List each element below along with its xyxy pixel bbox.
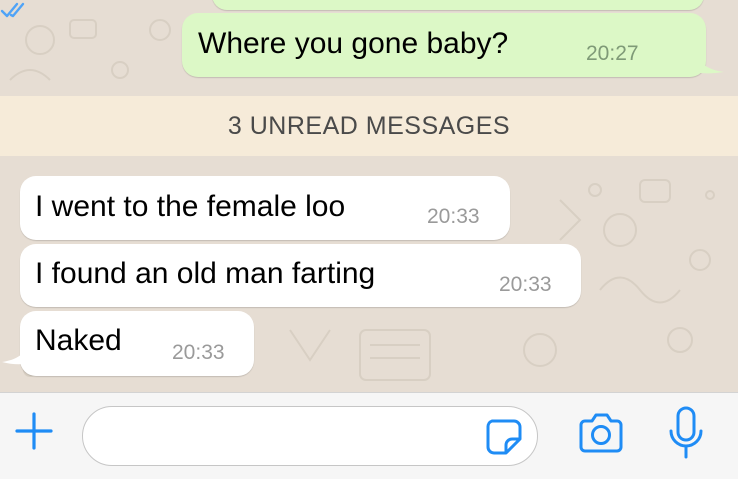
message-text: Naked xyxy=(35,324,122,357)
message-text: I found an old man farting xyxy=(35,257,376,290)
message-text: Where you gone baby? xyxy=(198,27,509,60)
chat-background: Where you gone baby? 20:27 3 UNREAD MESS… xyxy=(0,0,738,392)
message-time: 20:33 xyxy=(499,273,552,296)
unread-messages-divider: 3 UNREAD MESSAGES xyxy=(0,96,738,156)
message-input[interactable] xyxy=(82,406,538,466)
microphone-icon[interactable] xyxy=(664,405,708,461)
incoming-bubble-tail xyxy=(2,340,32,365)
outgoing-message-bubble[interactable]: Where you gone baby? 20:27 xyxy=(182,13,706,77)
previous-outgoing-bubble xyxy=(212,0,704,10)
sticker-icon[interactable] xyxy=(484,417,524,457)
message-time: 20:33 xyxy=(172,341,225,364)
message-composer-bar xyxy=(0,392,738,479)
incoming-message-bubble[interactable]: I found an old man farting 20:33 xyxy=(20,244,581,307)
message-time: 20:27 xyxy=(586,42,639,65)
message-text: I went to the female loo xyxy=(35,190,346,223)
camera-icon[interactable] xyxy=(576,411,626,457)
incoming-message-bubble[interactable]: Naked 20:33 xyxy=(20,311,254,376)
message-time: 20:33 xyxy=(427,205,480,228)
incoming-message-bubble[interactable]: I went to the female loo 20:33 xyxy=(20,176,510,240)
outgoing-bubble-tail xyxy=(690,48,724,74)
plus-icon[interactable] xyxy=(14,411,54,451)
